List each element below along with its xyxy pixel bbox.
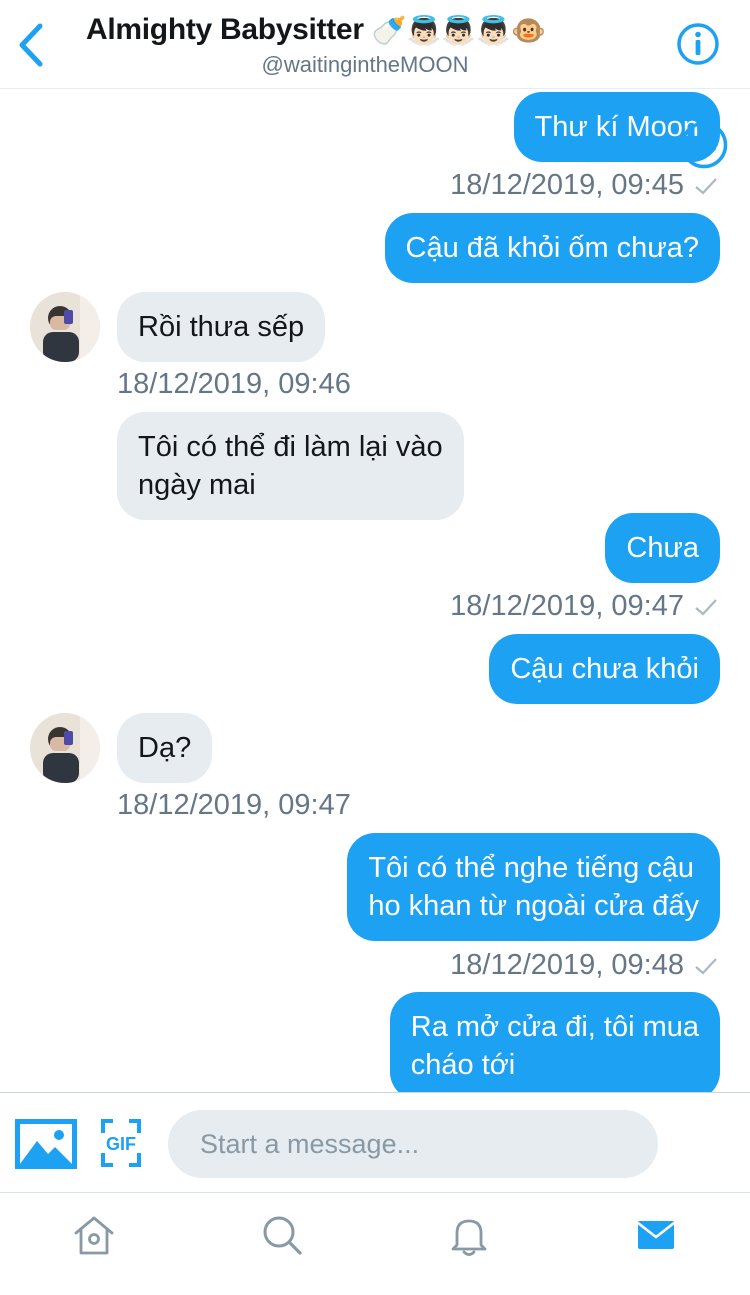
gif-icon: GIF [101,1119,141,1167]
checkmark-icon [695,957,717,975]
mail-icon [637,1221,675,1249]
checkmark-icon [695,598,717,616]
search-icon [263,1216,302,1255]
message-bubble-outgoing[interactable]: Tôi có thể nghe tiếng cậu ho khan từ ngo… [347,833,720,941]
bell-icon [451,1219,487,1256]
message-bubble-incoming[interactable]: Rồi thưa sếp [117,292,326,362]
conversation-title-row[interactable]: Almighty Babysitter 🍼👼🏻👼🏻👼🏻🐵 [86,10,546,50]
message-bubble-outgoing[interactable]: Ra mở cửa đi, tôi mua cháo tới [389,992,720,1092]
gif-label: GIF [106,1134,136,1154]
info-icon[interactable] [676,22,720,66]
title-emoji: 🍼👼🏻👼🏻👼🏻🐵 [371,14,547,46]
message-text-line: Ra mở cửa đi, tôi mua [410,1011,699,1043]
message-text-line: cháo tới [410,1049,516,1081]
avatar[interactable] [30,292,100,362]
message-text: Dạ? [138,732,192,764]
message-text: Cậu chưa khỏi [510,653,699,685]
message-timestamp: 18/12/2019, 09:47 [117,789,351,821]
message-text: Cậu đã khỏi ốm chưa? [405,232,699,264]
conversation-title: Almighty Babysitter [86,13,364,46]
emoji-icon[interactable] [680,121,728,169]
message-bubble-outgoing[interactable]: Chưa [605,513,720,583]
tab-search[interactable] [258,1211,306,1259]
message-text: Rồi thưa sếp [138,311,305,343]
tab-notifications[interactable] [445,1211,493,1259]
tab-home[interactable] [70,1211,118,1259]
message-composer: GIF [0,1092,750,1193]
checkmark-icon [695,177,717,195]
gif-button[interactable]: GIF [101,1119,141,1167]
message-text: Chưa [626,532,699,564]
conversation-header: Almighty Babysitter 🍼👼🏻👼🏻👼🏻🐵 @waitingint… [0,0,750,89]
message-bubble-incoming[interactable]: Dạ? [117,713,213,783]
message-text-line: Tôi có thể nghe tiếng cậu [368,852,695,884]
conversation-handle: @waitingintheMOON [261,52,469,77]
message-timestamp: 18/12/2019, 09:48 [450,949,718,982]
message-text-line: Tôi có thể đi làm lại vào [138,431,443,463]
home-icon [74,1216,114,1255]
message-thread[interactable]: Thư kí Moon 18/12/2019, 09:45 Cậu đã khỏ… [0,89,750,1092]
avatar[interactable] [30,713,100,783]
message-timestamp: 18/12/2019, 09:47 [450,590,718,623]
message-bubble-incoming[interactable]: Tôi có thể đi làm lại vào ngày mai [117,412,464,520]
message-input[interactable] [168,1110,658,1178]
message-text-line: ho khan từ ngoài cửa đấy [368,890,699,922]
image-icon[interactable] [15,1119,77,1169]
tab-messages[interactable] [632,1211,680,1259]
message-text: Thư kí Moon [534,111,699,143]
message-bubble-outgoing[interactable]: Cậu chưa khỏi [489,634,720,704]
message-bubble-outgoing[interactable]: Cậu đã khỏi ốm chưa? [384,213,720,283]
message-timestamp: 18/12/2019, 09:45 [450,169,718,202]
message-timestamp: 18/12/2019, 09:46 [117,368,351,400]
bottom-tab-bar [0,1192,750,1295]
message-text-line: ngày mai [138,469,256,501]
